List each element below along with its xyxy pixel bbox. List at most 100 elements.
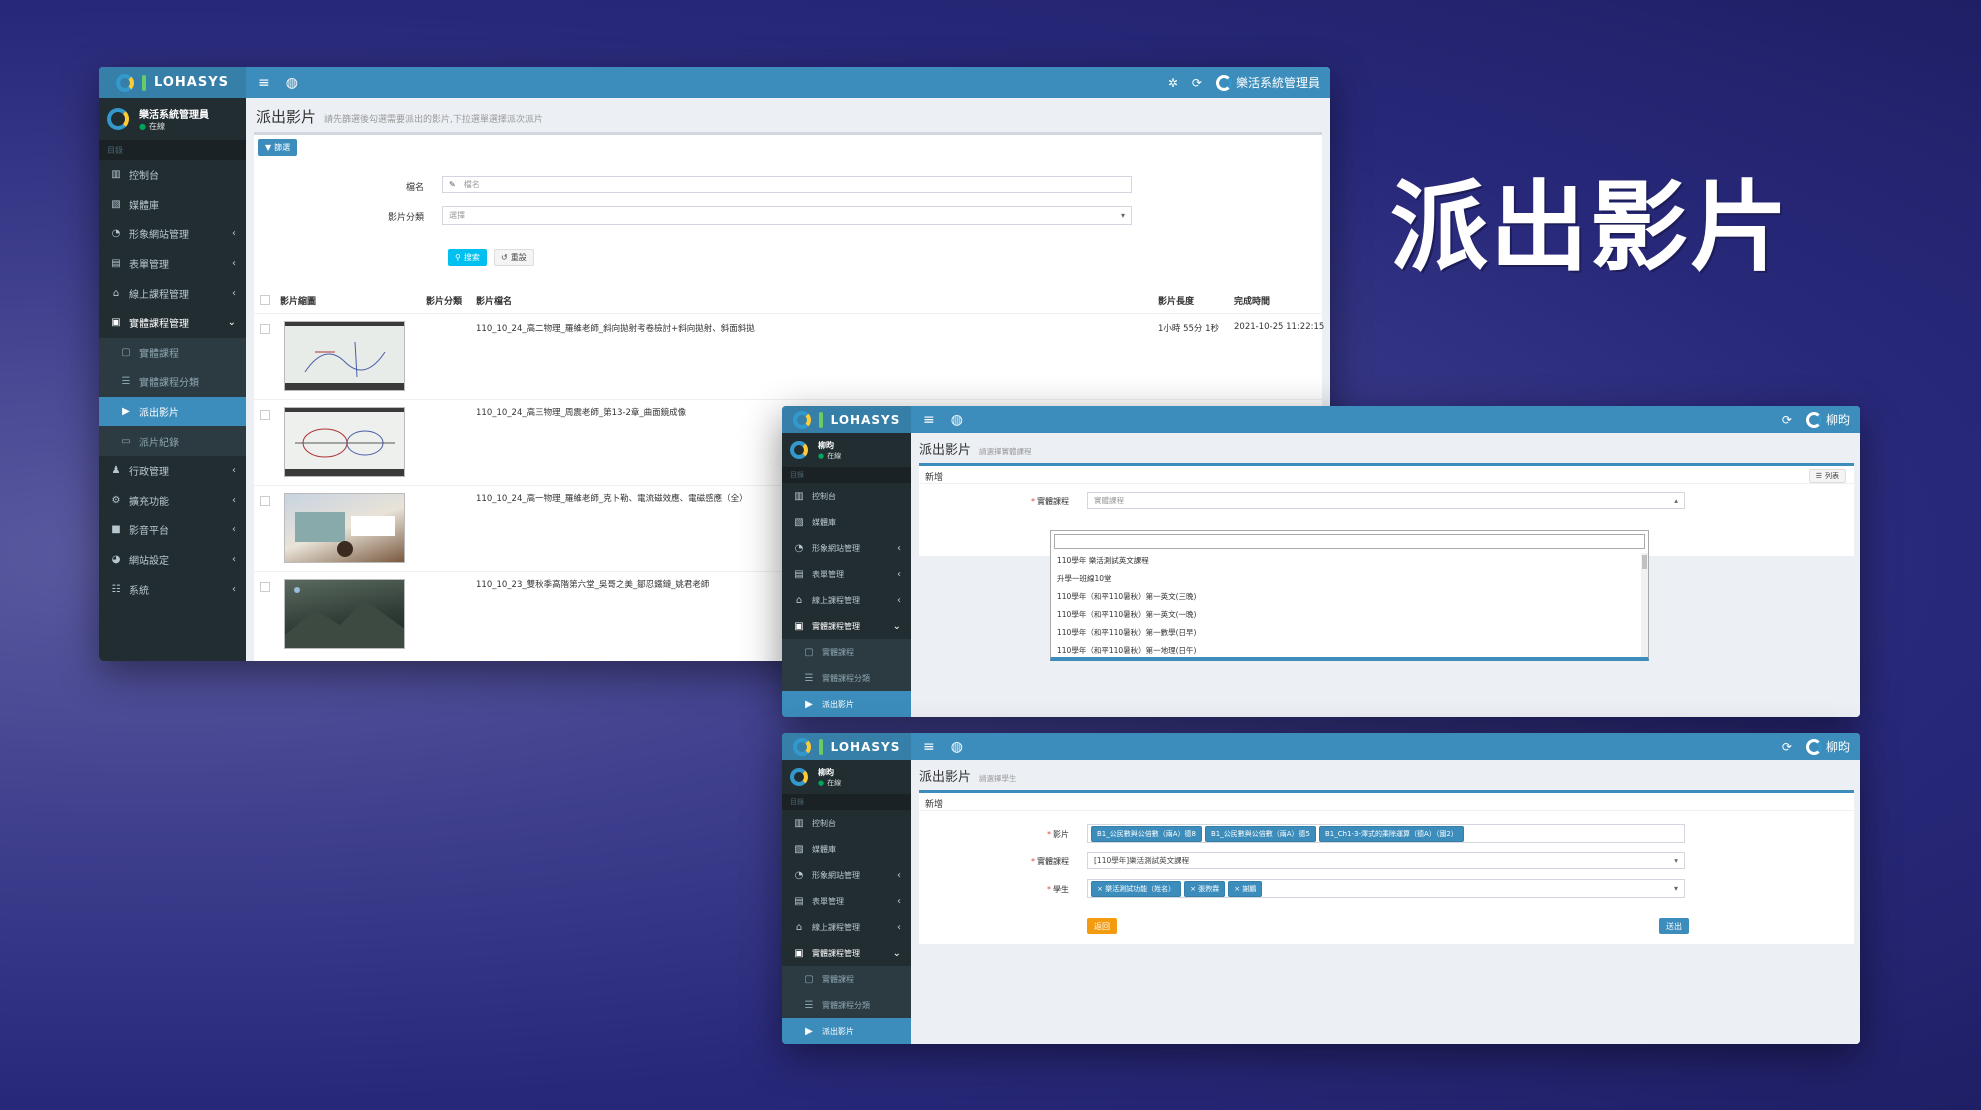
- menu-label: 實體課程管理: [812, 621, 860, 631]
- sidebar-item-course-category[interactable]: ☰ 實體課程分類: [782, 665, 911, 691]
- row-filename: 110_10_24_高一物理_羅維老師_克卜勒、電流磁效應、電磁感應（全）: [476, 494, 748, 504]
- back-button[interactable]: 返回: [1087, 918, 1117, 934]
- student-tag[interactable]: × 謝鵬: [1228, 880, 1263, 897]
- sidebar-item-course[interactable]: ▢ 實體課程: [99, 337, 246, 368]
- scrollbar-thumb[interactable]: [1642, 555, 1647, 569]
- student-tag[interactable]: × 張煦霖: [1184, 880, 1226, 897]
- list-button[interactable]: ☰ 列表: [1808, 469, 1846, 483]
- sidebar-item-dispatch-video[interactable]: ▶ 派出影片: [99, 396, 246, 427]
- hamburger-icon[interactable]: ≡: [923, 739, 935, 755]
- row-checkbox[interactable]: [260, 496, 270, 506]
- sidebar-item-media[interactable]: ▧ 媒體庫: [782, 509, 911, 535]
- user-name: 柳昀: [1825, 739, 1850, 754]
- sidebar-item-online-course[interactable]: ⌂ 線上課程管理 ‹: [782, 914, 911, 940]
- student-tag[interactable]: × 樂活測試功能（姓名）: [1091, 880, 1182, 897]
- sidebar-item-website[interactable]: ◔ 形象網站管理 ‹: [782, 862, 911, 888]
- sidebar-item-online-course[interactable]: ⌂ 線上課程管理 ‹: [99, 278, 246, 308]
- globe-icon[interactable]: ◍: [951, 412, 963, 428]
- course-select[interactable]: [110學年]樂活測試英文課程 ▾: [1087, 852, 1685, 869]
- brand-logo[interactable]: LOHASYS: [782, 733, 911, 760]
- row-duration: 1小時 55分 1秒: [1158, 324, 1220, 334]
- filter-button[interactable]: ▼ 篩選: [258, 139, 298, 156]
- sidebar-item-course[interactable]: ▢ 實體課程: [782, 639, 911, 665]
- category-select[interactable]: 選擇 ▾: [442, 206, 1132, 225]
- logo-bar-icon: [142, 74, 147, 91]
- video-tag[interactable]: B1_公民數與公倍數（兩A）德5: [1205, 825, 1316, 842]
- logo-mark-icon: [792, 737, 811, 756]
- square-icon: ▢: [804, 973, 814, 985]
- hamburger-icon[interactable]: ≡: [923, 412, 935, 428]
- user-menu[interactable]: 柳昀: [1805, 411, 1850, 429]
- dropdown-option[interactable]: 110學年（和平110暑秋）第一英文(一晚): [1051, 606, 1648, 624]
- sidebar-item-system[interactable]: ☷ 系統 ‹: [99, 574, 246, 604]
- sidebar-item-dispatch-video[interactable]: ▶ 派出影片: [782, 691, 911, 717]
- row-checkbox[interactable]: [260, 324, 270, 334]
- sidebar-item-forms[interactable]: ▤ 表單管理 ‹: [99, 249, 246, 279]
- dropdown-option[interactable]: 110學年（和平110暑秋）第一數學(日早): [1051, 624, 1648, 642]
- sidebar-item-extensions[interactable]: ⚙ 擴充功能 ‹: [99, 486, 246, 516]
- menu-header: 目錄: [782, 467, 911, 483]
- course-select[interactable]: 實體課程 ▴: [1087, 492, 1685, 509]
- refresh-icon[interactable]: ⟳: [1782, 740, 1792, 754]
- chart-icon: ▥: [794, 817, 804, 829]
- video-multiselect[interactable]: B1_公民數與公倍數（兩A）德8 B1_公民數與公倍數（兩A）德5 B1_Ch1…: [1087, 824, 1685, 843]
- user-menu[interactable]: 柳昀: [1805, 738, 1850, 756]
- sidebar-item-physical-course[interactable]: ▣ 實體課程管理 ⌄: [99, 308, 246, 338]
- dropdown-search-input[interactable]: [1054, 534, 1645, 549]
- dropdown-option[interactable]: 升學一班線10堂: [1051, 570, 1648, 588]
- dropdown-option[interactable]: 110學年 樂活測試英文課程: [1051, 552, 1648, 570]
- table-row[interactable]: 110_10_24_高二物理_羅維老師_斜向拋射考卷檢討+斜向拋射、斜面斜拋 1…: [254, 313, 1324, 399]
- page-title: 派出影片: [256, 108, 317, 126]
- refresh-icon[interactable]: ⟳: [1782, 413, 1792, 427]
- sidebar-item-course[interactable]: ▢ 實體課程: [782, 966, 911, 992]
- dropdown-option[interactable]: 110學年（和平110暑秋）第一地理(日午): [1051, 642, 1648, 660]
- sidebar-item-website[interactable]: ◔ 形象網站管理 ‹: [99, 219, 246, 249]
- brand-logo[interactable]: LOHASYS: [99, 67, 246, 98]
- sidebar-item-dispatch-log[interactable]: ▭ 派片紀錄: [99, 426, 246, 456]
- sidebar-item-site-settings[interactable]: ◕ 網站設定 ‹: [99, 545, 246, 575]
- sidebar-item-dashboard[interactable]: ▥ 控制台: [782, 810, 911, 836]
- row-filename: 110_10_24_高三物理_周震老師_第13-2章_曲面鏡成像: [476, 408, 687, 418]
- sidebar-item-course-category[interactable]: ☰ 實體課程分類: [782, 992, 911, 1018]
- filename-input[interactable]: ✎ 檔名: [442, 176, 1132, 193]
- search-button[interactable]: ⚲ 搜索: [448, 249, 487, 266]
- dropdown-scrollbar[interactable]: [1641, 553, 1648, 657]
- row-checkbox[interactable]: [260, 582, 270, 592]
- sidebar-item-media[interactable]: ▧ 媒體庫: [99, 190, 246, 220]
- sidebar-item-course-category[interactable]: ☰ 實體課程分類: [99, 367, 246, 397]
- sidebar-item-dashboard[interactable]: ▥ 控制台: [782, 483, 911, 509]
- square-icon: ▢: [804, 646, 814, 658]
- sidebar-item-video-platform[interactable]: ■ 影音平台 ‹: [99, 515, 246, 545]
- user-menu[interactable]: 樂活系統管理員: [1215, 74, 1320, 92]
- hamburger-icon[interactable]: ≡: [258, 75, 270, 91]
- required-mark: *: [1031, 497, 1035, 506]
- sidebar-item-forms[interactable]: ▤ 表單管理 ‹: [782, 888, 911, 914]
- sidebar-item-physical-course[interactable]: ▣ 實體課程管理 ⌄: [782, 613, 911, 639]
- globe-icon[interactable]: ◍: [286, 75, 298, 91]
- video-tag[interactable]: B1_公民數與公倍數（兩A）德8: [1091, 825, 1202, 842]
- select-all-checkbox[interactable]: [260, 295, 270, 305]
- sidebar-item-dashboard[interactable]: ▥ 控制台: [99, 160, 246, 190]
- dropdown-option[interactable]: 110學年（和平110暑秋）第一英文(三晚): [1051, 588, 1648, 606]
- reset-button[interactable]: ↺ 重設: [494, 249, 534, 266]
- sidebar-item-website[interactable]: ◔ 形象網站管理 ‹: [782, 535, 911, 561]
- submit-button[interactable]: 送出: [1659, 918, 1689, 934]
- sidebar-item-media[interactable]: ▧ 媒體庫: [782, 836, 911, 862]
- menu-label: 派出影片: [822, 699, 854, 709]
- student-multiselect[interactable]: × 樂活測試功能（姓名） × 張煦霖 × 謝鵬 ▾: [1087, 879, 1685, 898]
- refresh-icon[interactable]: ⟳: [1192, 76, 1202, 90]
- video-tag[interactable]: B1_Ch1-3-澤式的乘除運算（德A）（國2）: [1319, 825, 1464, 842]
- video-icon: ▶: [122, 406, 130, 418]
- settings-icon[interactable]: ✲: [1168, 76, 1178, 90]
- required-mark: *: [1047, 885, 1051, 894]
- globe-icon: ◔: [111, 228, 121, 240]
- brand-logo[interactable]: LOHASYS: [782, 406, 911, 433]
- sidebar-item-forms[interactable]: ▤ 表單管理 ‹: [782, 561, 911, 587]
- row-checkbox[interactable]: [260, 410, 270, 420]
- sidebar-item-physical-course[interactable]: ▣ 實體課程管理 ⌄: [782, 940, 911, 966]
- sidebar-item-online-course[interactable]: ⌂ 線上課程管理 ‹: [782, 587, 911, 613]
- sidebar-item-dispatch-video[interactable]: ▶ 派出影片: [782, 1018, 911, 1044]
- sidebar-item-admin[interactable]: ♟ 行政管理 ‹: [99, 456, 246, 486]
- globe-icon[interactable]: ◍: [951, 739, 963, 755]
- user-panel: 樂活系統管理員在線: [99, 98, 246, 140]
